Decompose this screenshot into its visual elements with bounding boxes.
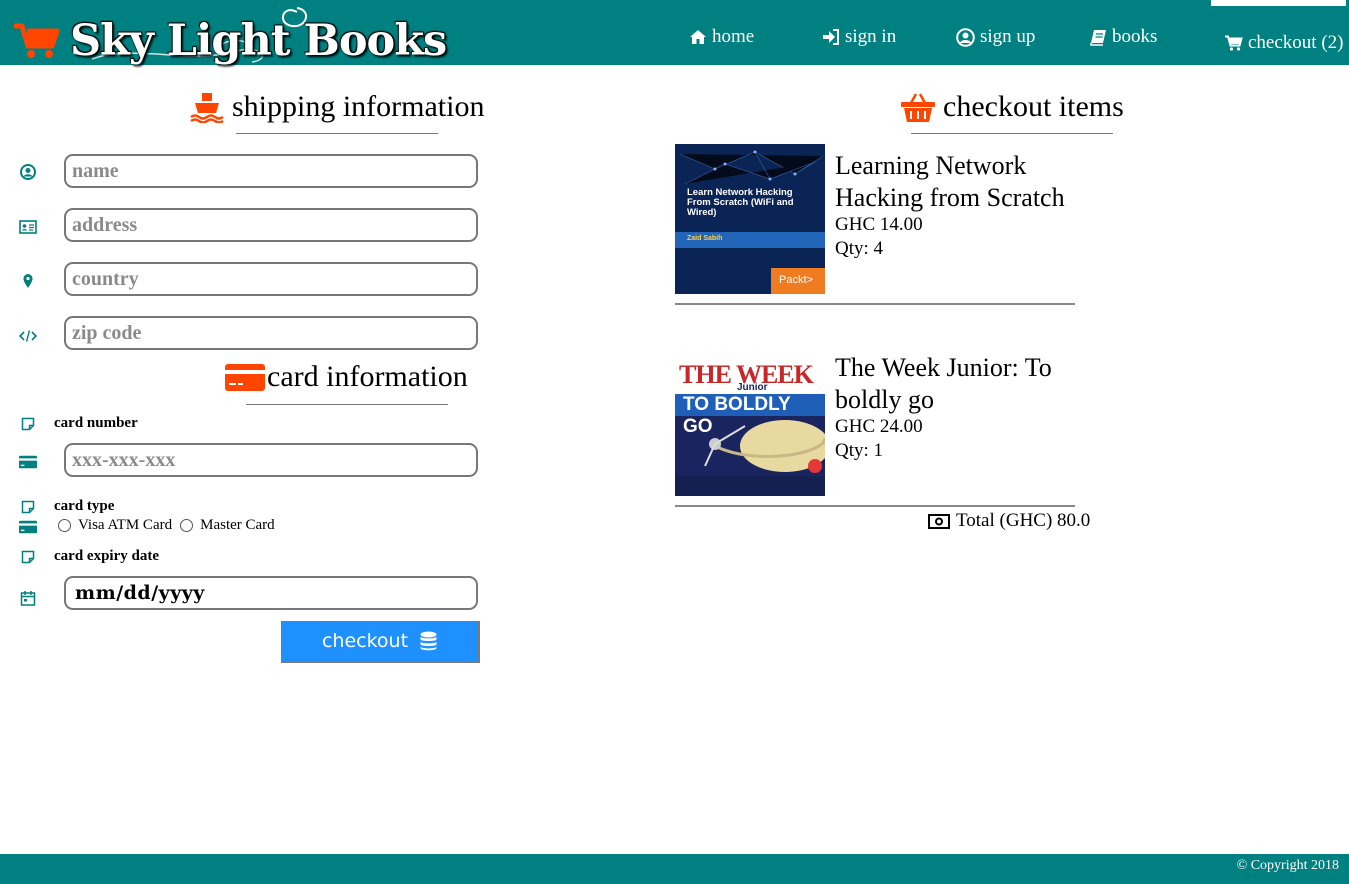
- calendar-icon: [19, 589, 37, 607]
- card-type-label: card type: [54, 498, 115, 514]
- credit-card-icon: [19, 453, 37, 471]
- visa-radio-label[interactable]: Visa ATM Card: [78, 517, 172, 534]
- nav-checkout[interactable]: checkout (2): [1225, 31, 1343, 55]
- nav-checkout-label: checkout (2): [1248, 32, 1344, 53]
- item-divider: [675, 303, 1075, 305]
- visa-radio[interactable]: [58, 519, 71, 532]
- credit-card-icon: [225, 364, 265, 391]
- zip-code-input[interactable]: [64, 316, 478, 350]
- sign-in-icon: [823, 29, 839, 45]
- checkout-button-label: checkout: [321, 630, 409, 652]
- card-divider: [246, 404, 448, 405]
- item-divider: [675, 505, 1075, 507]
- nav-sign-in-label: sign in: [845, 26, 897, 47]
- card-number-label: card number: [54, 415, 138, 431]
- magazine-sub: Junior: [737, 382, 768, 393]
- address-input[interactable]: [64, 208, 478, 242]
- cart-icon: [14, 23, 60, 58]
- book-cover-title: Learn Network Hacking From Scratch (WiFi…: [687, 187, 794, 218]
- user-icon: [19, 163, 37, 181]
- item-quantity: Qty: 4: [835, 238, 884, 259]
- checkout-items-divider: [911, 133, 1113, 134]
- item-price: GHC 14.00: [835, 214, 923, 235]
- magazine-headline: TO BOLDLY GO: [683, 394, 791, 437]
- nav-sign-in[interactable]: sign in: [822, 25, 896, 49]
- shipping-heading: shipping information: [190, 90, 484, 124]
- map-marker-icon: [19, 272, 37, 290]
- money-icon: [928, 513, 950, 529]
- mastercard-radio-label[interactable]: Master Card: [200, 517, 275, 534]
- brand-logo[interactable]: Sky Light Books: [12, 4, 447, 66]
- user-circle-icon: [956, 27, 975, 47]
- ship-icon: [190, 93, 224, 123]
- card-expiry-input[interactable]: mm/dd/yyyy: [64, 576, 478, 610]
- sticky-note-icon: [19, 415, 37, 433]
- book-cover-author: Zaid Sabih: [687, 235, 723, 242]
- shopping-cart-icon: [1225, 35, 1243, 51]
- shipping-heading-text: shipping information: [232, 90, 485, 123]
- nav-sign-up-label: sign up: [980, 26, 1036, 47]
- card-number-input[interactable]: [64, 443, 478, 477]
- card-expiry-label: card expiry date: [54, 548, 159, 564]
- card-heading: card information: [225, 360, 468, 394]
- brand-title: Sky Light Books: [70, 16, 447, 66]
- id-card-icon: [19, 218, 37, 236]
- item-quantity: Qty: 1: [835, 440, 884, 461]
- card-type-options: Visa ATM Card Master Card: [58, 517, 275, 534]
- copyright-text: © Copyright 2018: [1236, 858, 1339, 873]
- code-icon: [19, 327, 37, 345]
- nav-home[interactable]: home: [689, 25, 754, 49]
- checkout-items-heading: checkout items: [901, 90, 1124, 124]
- nav-books[interactable]: books: [1090, 25, 1157, 49]
- checkout-button[interactable]: checkout: [281, 621, 480, 663]
- database-icon: [420, 631, 437, 651]
- shipping-divider: [236, 133, 438, 134]
- name-input[interactable]: [64, 154, 478, 188]
- order-total-text: Total (GHC) 80.0: [956, 510, 1091, 531]
- home-icon: [690, 30, 706, 44]
- footer: © Copyright 2018: [0, 854, 1349, 884]
- book-icon: [1090, 29, 1106, 46]
- sticky-note-icon: [19, 548, 37, 566]
- card-heading-text: card information: [267, 360, 468, 393]
- nav-books-label: books: [1112, 26, 1158, 47]
- country-input[interactable]: [64, 262, 478, 296]
- basket-icon: [901, 93, 935, 122]
- item-title[interactable]: The Week Junior: To boldly go: [835, 352, 1085, 416]
- book-cover-art: [675, 144, 825, 294]
- checkout-items-heading-text: checkout items: [943, 90, 1124, 123]
- top-navbar: Sky Light Books home sign in sign up boo…: [0, 0, 1349, 66]
- item-title[interactable]: Learning Network Hacking from Scratch: [835, 150, 1085, 214]
- magazine-cover-the-week-junior[interactable]: THE WEEK Junior TO BOLDLY GO: [675, 346, 825, 496]
- mastercard-radio[interactable]: [180, 519, 194, 532]
- book-cover-network-hacking[interactable]: Learn Network Hacking From Scratch (WiFi…: [675, 144, 825, 294]
- nav-home-label: home: [712, 26, 755, 47]
- item-price: GHC 24.00: [835, 416, 923, 437]
- navbar-highlight: [1211, 0, 1346, 6]
- book-cover-publisher: Packt>: [779, 274, 813, 286]
- order-total: Total (GHC) 80.0: [928, 510, 1090, 532]
- sticky-note-icon: [19, 498, 37, 516]
- credit-card-icon: [19, 518, 37, 536]
- nav-sign-up[interactable]: sign up: [956, 25, 1035, 49]
